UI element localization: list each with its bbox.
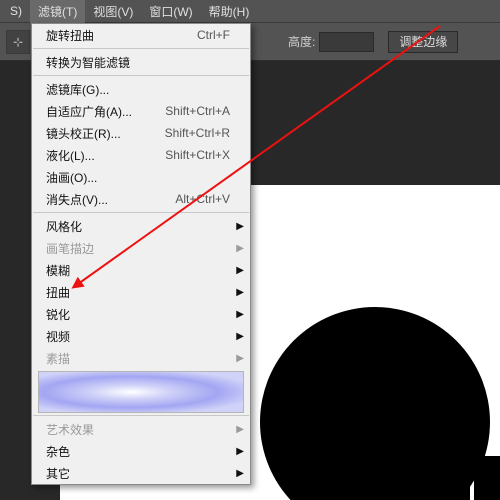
menu-separator: [33, 415, 249, 416]
menu-item[interactable]: 其它 ▶: [32, 462, 250, 484]
menu-item[interactable]: 液化(L)... Shift+Ctrl+X: [32, 144, 250, 166]
menu-item: 画笔描边 ▶: [32, 237, 250, 259]
menu-item: 艺术效果 ▶: [32, 418, 250, 440]
menu-item-hotkey: Alt+Ctrl+V: [175, 192, 230, 206]
menu-item-label: 风格化: [46, 218, 82, 235]
menu-item-label: 其它: [46, 465, 70, 482]
menu-item-label: 锐化: [46, 306, 70, 323]
height-label: 高度:: [288, 33, 315, 50]
menu-item[interactable]: 模糊 ▶: [32, 259, 250, 281]
menu-separator: [33, 75, 249, 76]
menu-item: 素描 ▶: [32, 347, 250, 369]
menu-item[interactable]: 视频 ▶: [32, 325, 250, 347]
menu-item[interactable]: 油画(O)...: [32, 166, 250, 188]
menubar-item-filter[interactable]: 滤镜(T): [30, 0, 85, 23]
menu-item-label: 视频: [46, 328, 70, 345]
filter-menu: 旋转扭曲 Ctrl+F 转换为智能滤镜滤镜库(G)... 自适应广角(A)... Shi…: [31, 23, 251, 485]
refine-edges-button[interactable]: 调整边缘: [388, 31, 458, 53]
menu-item-hotkey: Shift+Ctrl+R: [165, 126, 230, 140]
tool-swatch-icon[interactable]: ⊹: [6, 30, 30, 54]
menubar: S) 滤镜(T) 视图(V) 窗口(W) 帮助(H): [0, 0, 500, 23]
submenu-arrow-icon: ▶: [236, 424, 244, 435]
menu-item-label: 素描: [46, 350, 70, 367]
menu-item-label: 液化(L)...: [46, 147, 95, 164]
submenu-arrow-icon: ▶: [236, 468, 244, 479]
menu-item[interactable]: 镜头校正(R)... Shift+Ctrl+R: [32, 122, 250, 144]
menu-item-hotkey: Shift+Ctrl+X: [165, 148, 230, 162]
menu-item-label: 画笔描边: [46, 240, 94, 257]
menu-item[interactable]: 扭曲 ▶: [32, 281, 250, 303]
menu-item[interactable]: 风格化 ▶: [32, 215, 250, 237]
menu-item-label: 扭曲: [46, 284, 70, 301]
menu-item-label: 消失点(V)...: [46, 191, 108, 208]
submenu-arrow-icon: ▶: [236, 446, 244, 457]
menu-item[interactable]: 转换为智能滤镜: [32, 51, 250, 73]
menubar-item-help[interactable]: 帮助(H): [201, 0, 258, 23]
menu-item-label: 旋转扭曲: [46, 27, 94, 44]
menu-item-label: 杂色: [46, 443, 70, 460]
menubar-item-view[interactable]: 视图(V): [85, 0, 141, 23]
submenu-arrow-icon: ▶: [236, 309, 244, 320]
menu-item-label: 油画(O)...: [46, 169, 97, 186]
menubar-item-window[interactable]: 窗口(W): [141, 0, 200, 23]
submenu-arrow-icon: ▶: [236, 243, 244, 254]
menu-item[interactable]: 旋转扭曲 Ctrl+F: [32, 24, 250, 46]
menu-item[interactable]: 滤镜库(G)...: [32, 78, 250, 100]
menu-item-hotkey: Shift+Ctrl+A: [165, 104, 230, 118]
menu-item[interactable]: 杂色 ▶: [32, 440, 250, 462]
menu-item[interactable]: 自适应广角(A)... Shift+Ctrl+A: [32, 100, 250, 122]
submenu-arrow-icon: ▶: [236, 265, 244, 276]
menu-item[interactable]: 消失点(V)... Alt+Ctrl+V: [32, 188, 250, 210]
menu-item-label: 艺术效果: [46, 421, 94, 438]
height-input[interactable]: [319, 32, 374, 52]
obscuring-blocks: [316, 454, 500, 500]
menu-separator: [33, 212, 249, 213]
menu-item-hotkey: Ctrl+F: [197, 28, 230, 42]
submenu-arrow-icon: ▶: [236, 353, 244, 364]
tool-glyph: ⊹: [13, 35, 23, 49]
menu-item-label: 转换为智能滤镜: [46, 54, 130, 71]
filter-preview-thumbnail[interactable]: [38, 371, 244, 413]
menu-item-label: 模糊: [46, 262, 70, 279]
menu-separator: [33, 48, 249, 49]
submenu-arrow-icon: ▶: [236, 221, 244, 232]
menubar-item-s[interactable]: S): [2, 1, 30, 21]
app-root: S) 滤镜(T) 视图(V) 窗口(W) 帮助(H) ⊹ 高度: 调整边缘 旋转…: [0, 0, 500, 500]
submenu-arrow-icon: ▶: [236, 331, 244, 342]
menu-item-label: 镜头校正(R)...: [46, 125, 121, 142]
submenu-arrow-icon: ▶: [236, 287, 244, 298]
menu-item-label: 自适应广角(A)...: [46, 103, 132, 120]
menu-item-label: 滤镜库(G)...: [46, 81, 109, 98]
menu-item[interactable]: 锐化 ▶: [32, 303, 250, 325]
